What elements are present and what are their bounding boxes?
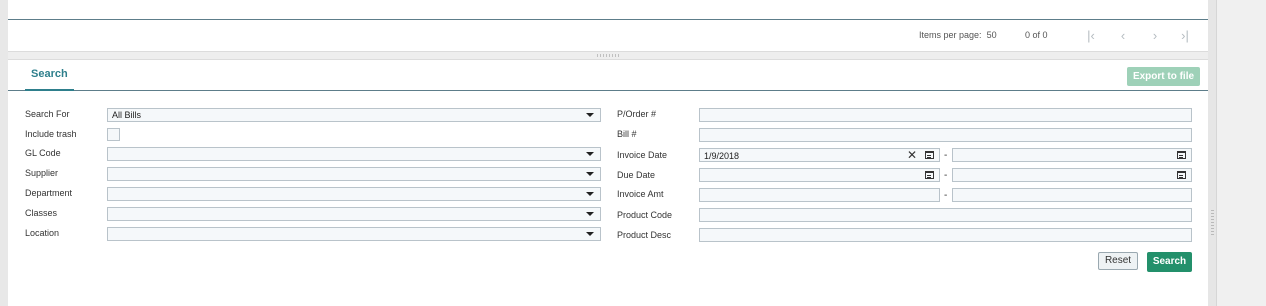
- first-page-icon[interactable]: |‹: [1082, 26, 1100, 44]
- product-code-input[interactable]: [699, 208, 1192, 222]
- search-for-select[interactable]: All Bills: [107, 108, 601, 122]
- invoice-date-to-input[interactable]: [952, 148, 1192, 162]
- product-desc-label: Product Desc: [617, 230, 672, 240]
- due-date-from-input[interactable]: [699, 168, 940, 182]
- right-gutter: [1208, 0, 1216, 306]
- product-code-label: Product Code: [617, 210, 673, 220]
- reset-button[interactable]: Reset: [1098, 252, 1138, 270]
- range-separator: -: [944, 150, 948, 161]
- search-for-label: Search For: [25, 109, 70, 119]
- include-trash-checkbox[interactable]: [107, 128, 120, 141]
- calendar-icon[interactable]: [925, 171, 934, 179]
- invoice-date-from-input[interactable]: 1/9/2018 ✕: [699, 148, 940, 162]
- search-button[interactable]: Search: [1147, 252, 1192, 272]
- invoice-date-from-value: 1/9/2018: [704, 151, 740, 161]
- range-separator: -: [944, 170, 948, 181]
- department-label: Department: [25, 188, 73, 198]
- product-desc-input[interactable]: [699, 228, 1192, 242]
- next-page-icon[interactable]: ›: [1146, 26, 1164, 44]
- pager-bar: Items per page: 50 0 of 0 |‹ ‹ › ›|: [8, 20, 1208, 51]
- invoice-amt-to-input[interactable]: [952, 188, 1192, 202]
- due-date-to-input[interactable]: [952, 168, 1192, 182]
- invoice-date-label: Invoice Date: [617, 150, 668, 160]
- location-label: Location: [25, 228, 60, 238]
- supplier-label: Supplier: [25, 168, 59, 178]
- calendar-icon[interactable]: [1177, 151, 1186, 159]
- bill-number-label: Bill #: [617, 129, 637, 139]
- chevron-down-icon: [586, 113, 594, 117]
- main-panel: Items per page: 50 0 of 0 |‹ ‹ › ›| Sear…: [8, 0, 1208, 306]
- gl-code-label: GL Code: [25, 148, 61, 158]
- prev-page-icon[interactable]: ‹: [1114, 26, 1132, 44]
- outer-left-edge: [0, 0, 8, 306]
- classes-label: Classes: [25, 208, 58, 218]
- po-number-input[interactable]: [699, 108, 1192, 122]
- export-to-file-button[interactable]: Export to file: [1127, 67, 1200, 86]
- invoice-amt-from-input[interactable]: [699, 188, 940, 202]
- search-for-value: All Bills: [112, 110, 142, 120]
- tab-bar: Search Export to file: [8, 60, 1208, 91]
- calendar-icon[interactable]: [925, 151, 934, 159]
- right-side-panel: [1216, 0, 1266, 306]
- splitter-grip-icon[interactable]: [597, 54, 621, 57]
- due-date-label: Due Date: [617, 170, 656, 180]
- chevron-down-icon: [586, 192, 594, 196]
- po-number-label: P/Order #: [617, 109, 657, 119]
- pane-splitter[interactable]: [8, 51, 1208, 60]
- items-per-page-label: Items per page: 50: [919, 30, 997, 40]
- chevron-down-icon: [586, 232, 594, 236]
- bill-number-input[interactable]: [699, 128, 1192, 142]
- clear-icon[interactable]: ✕: [907, 148, 917, 162]
- location-select[interactable]: [107, 227, 601, 241]
- resize-grip-icon[interactable]: [1211, 210, 1214, 236]
- gl-code-select[interactable]: [107, 147, 601, 161]
- department-select[interactable]: [107, 187, 601, 201]
- include-trash-label: Include trash: [25, 129, 77, 139]
- chevron-down-icon: [586, 172, 594, 176]
- calendar-icon[interactable]: [1177, 171, 1186, 179]
- items-per-page-value[interactable]: 50: [987, 30, 997, 40]
- pager-count: 0 of 0: [1025, 30, 1048, 40]
- supplier-select[interactable]: [107, 167, 601, 181]
- classes-select[interactable]: [107, 207, 601, 221]
- results-grid: [8, 0, 1208, 20]
- chevron-down-icon: [586, 212, 594, 216]
- range-separator: -: [944, 190, 948, 201]
- invoice-amt-label: Invoice Amt: [617, 189, 664, 199]
- last-page-icon[interactable]: ›|: [1176, 26, 1194, 44]
- chevron-down-icon: [586, 152, 594, 156]
- tab-search[interactable]: Search: [25, 60, 74, 91]
